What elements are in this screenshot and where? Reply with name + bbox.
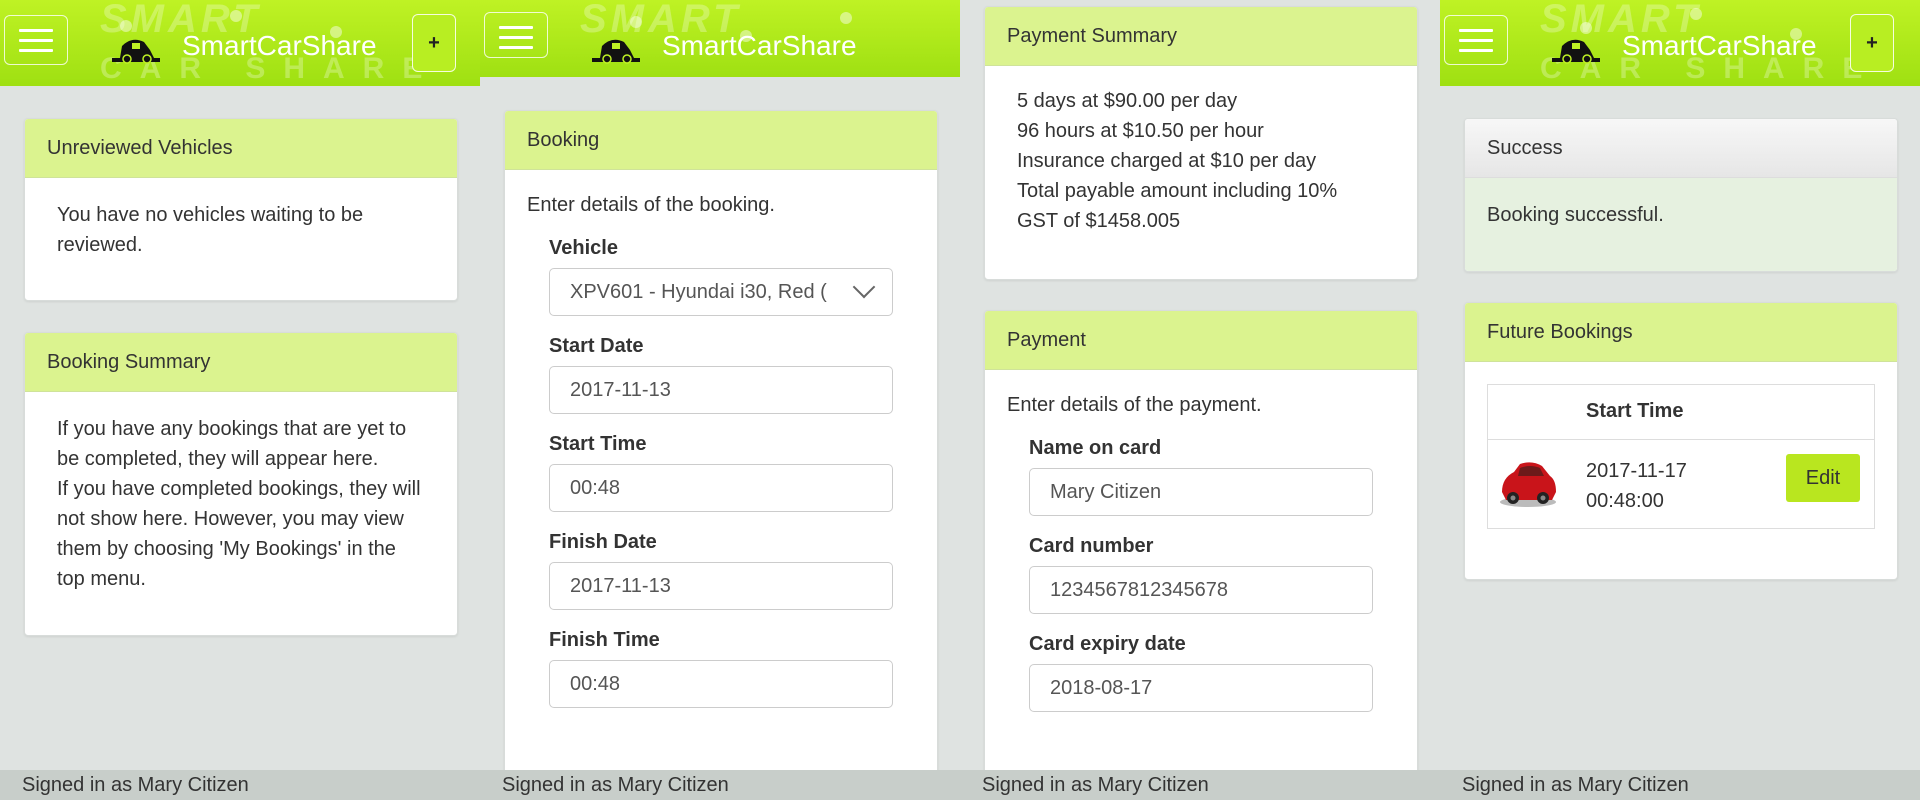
car-logo-icon	[592, 39, 640, 64]
booking-summary-panel: Booking Summary If you have any bookings…	[24, 332, 458, 636]
screen-booking-success: SMART CAR SHARE SmartCarShare + Success …	[1440, 0, 1920, 800]
name-on-card-input[interactable]: Mary Citizen	[1029, 468, 1373, 516]
signed-in-footer: Signed in as Mary Citizen	[960, 770, 1440, 800]
edit-booking-button[interactable]: Edit	[1786, 454, 1860, 502]
success-message: Booking successful.	[1487, 204, 1664, 226]
summary-line: GST of $1458.005	[1017, 210, 1181, 232]
summary-line: 5 days at $90.00 per day	[1017, 90, 1238, 112]
finish-time-input[interactable]: 00:48	[549, 660, 893, 708]
screen-booking-form: SMART SmartCarShare Booking Enter detail…	[480, 0, 960, 800]
finish-date-input[interactable]: 2017-11-13	[549, 562, 893, 610]
add-button[interactable]: +	[412, 14, 456, 72]
menu-toggle-button[interactable]	[4, 15, 68, 65]
payment-summary-panel: Payment Summary 5 days at $90.00 per day…	[984, 6, 1418, 280]
card-number-input[interactable]: 1234567812345678	[1029, 566, 1373, 614]
panel-text: If you have any bookings that are yet to…	[57, 418, 407, 470]
chevron-down-icon	[852, 275, 876, 299]
summary-line: Insurance charged at $10 per day	[1017, 150, 1317, 172]
unreviewed-vehicles-panel: Unreviewed Vehicles You have no vehicles…	[24, 118, 458, 301]
panel-title: Booking Summary	[25, 333, 457, 392]
brand-name[interactable]: SmartCarShare	[1622, 30, 1817, 62]
panel-text: If you have completed bookings, they wil…	[57, 478, 421, 590]
finish-date-label: Finish Date	[549, 531, 657, 553]
summary-line: Total payable amount including 10%	[1017, 180, 1338, 202]
start-date-label: Start Date	[549, 335, 644, 357]
menu-toggle-button[interactable]	[484, 12, 548, 58]
screen-dashboard: SMART CAR SHARE SmartCarShare + Unreview…	[0, 0, 480, 800]
card-number-label: Card number	[1029, 535, 1154, 557]
start-date-input[interactable]: 2017-11-13	[549, 366, 893, 414]
brand-name[interactable]: SmartCarShare	[182, 30, 377, 62]
booking-panel: Booking Enter details of the booking. Ve…	[504, 110, 938, 800]
signed-in-footer: Signed in as Mary Citizen	[0, 770, 480, 800]
signed-in-footer: Signed in as Mary Citizen	[480, 770, 960, 800]
booking-date: 2017-11-17	[1586, 460, 1687, 482]
finish-time-label: Finish Time	[549, 629, 660, 651]
card-expiry-input[interactable]: 2018-08-17	[1029, 664, 1373, 712]
menu-toggle-button[interactable]	[1444, 15, 1508, 65]
panel-text: You have no vehicles waiting to be revie…	[57, 204, 364, 256]
future-bookings-table: Start Time 2017-11-17 00:48:00 Edit	[1487, 384, 1875, 529]
panel-title: Booking	[505, 111, 937, 170]
start-time-label: Start Time	[549, 433, 647, 455]
vehicle-select-value: XPV601 - Hyundai i30, Red (	[570, 281, 827, 303]
panel-title: Unreviewed Vehicles	[25, 119, 457, 178]
future-bookings-panel: Future Bookings Start Time 2017-11-17 00…	[1464, 302, 1898, 580]
panel-title: Payment	[985, 311, 1417, 370]
success-panel: Success Booking successful.	[1464, 118, 1898, 272]
panel-title: Future Bookings	[1465, 303, 1897, 362]
panel-title: Payment Summary	[985, 7, 1417, 66]
app-header: SMART CAR SHARE SmartCarShare +	[0, 0, 480, 86]
summary-line: 96 hours at $10.50 per hour	[1017, 120, 1264, 142]
screen-payment: Payment Summary 5 days at $90.00 per day…	[960, 0, 1440, 800]
column-header-start-time: Start Time	[1586, 400, 1684, 422]
table-header: Start Time	[1488, 385, 1874, 440]
card-expiry-label: Card expiry date	[1029, 633, 1186, 655]
app-header: SMART SmartCarShare	[480, 0, 960, 77]
signed-in-footer: Signed in as Mary Citizen	[1440, 770, 1920, 800]
booking-start-time: 2017-11-17 00:48:00	[1586, 456, 1687, 516]
start-time-input[interactable]: 00:48	[549, 464, 893, 512]
panel-title: Success	[1465, 119, 1897, 178]
brand-name[interactable]: SmartCarShare	[662, 30, 857, 62]
form-intro: Enter details of the booking.	[527, 194, 775, 216]
app-header: SMART CAR SHARE SmartCarShare +	[1440, 0, 1920, 86]
vehicle-select[interactable]: XPV601 - Hyundai i30, Red (	[549, 268, 893, 316]
red-car-icon	[1500, 462, 1556, 507]
name-on-card-label: Name on card	[1029, 437, 1162, 459]
booking-time: 00:48:00	[1586, 490, 1664, 512]
car-logo-icon	[112, 39, 160, 64]
vehicle-label: Vehicle	[549, 237, 618, 259]
table-row: 2017-11-17 00:48:00 Edit	[1488, 440, 1874, 528]
add-button[interactable]: +	[1850, 14, 1894, 72]
car-logo-icon	[1552, 39, 1600, 64]
form-intro: Enter details of the payment.	[1007, 394, 1262, 416]
payment-panel: Payment Enter details of the payment. Na…	[984, 310, 1418, 800]
